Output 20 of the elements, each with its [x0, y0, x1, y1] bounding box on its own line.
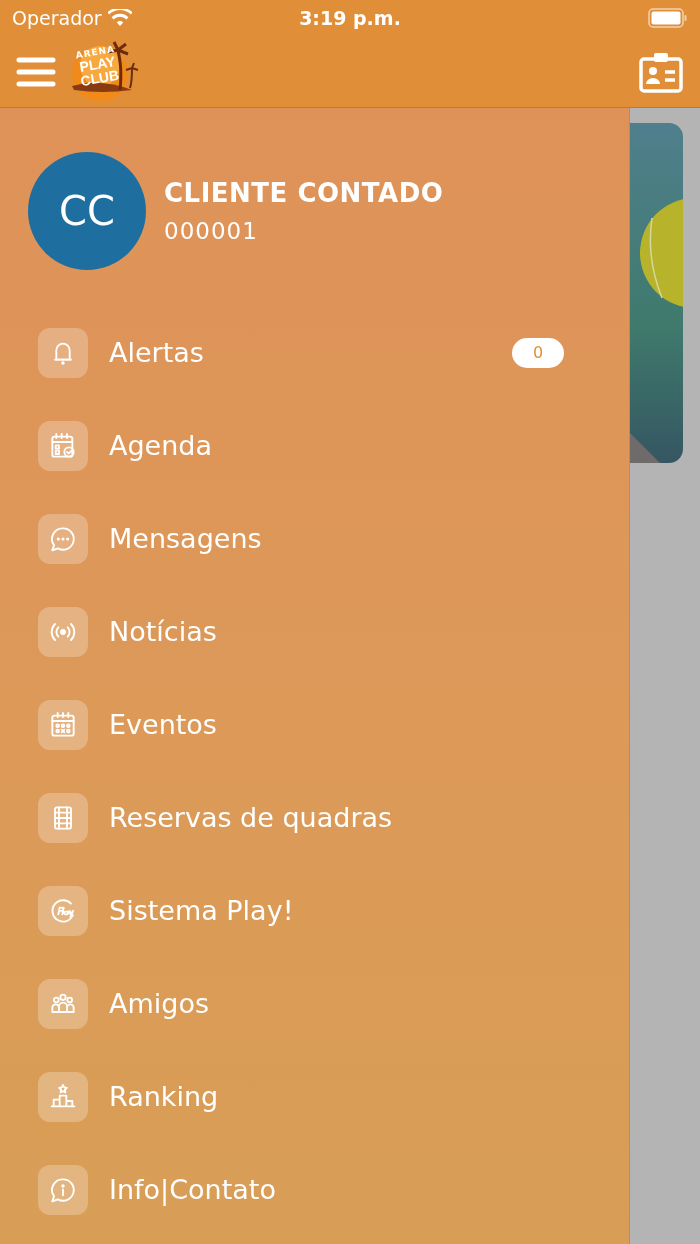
menu-item[interactable]: Sistema Play!: [109, 895, 564, 926]
menu-icon[interactable]: [16, 56, 56, 87]
menu-item[interactable]: Amigos: [109, 988, 564, 1019]
menu-item[interactable]: Reservas de quadras: [109, 802, 564, 833]
menu-item[interactable]: Ranking: [109, 1081, 564, 1112]
clock: 3:19 p.m.: [299, 7, 401, 29]
count-badge: 0: [512, 337, 564, 368]
avatar: CC: [28, 152, 146, 270]
menu-item[interactable]: Agenda: [109, 430, 564, 461]
menu-item[interactable]: Notícias: [109, 616, 564, 647]
id-card-icon[interactable]: [638, 50, 684, 93]
menu-item[interactable]: Mensagens: [109, 523, 564, 554]
user-name: CLIENTE CONTADO: [164, 178, 444, 208]
menu-item[interactable]: Alertas: [109, 337, 512, 368]
battery-icon: [648, 8, 688, 28]
wifi-icon: [107, 9, 132, 27]
carrier-label: Operador: [12, 7, 102, 29]
menu-item[interactable]: Eventos: [109, 709, 564, 740]
user-code: 000001: [164, 218, 259, 244]
menu-item[interactable]: Info|Contato: [109, 1174, 564, 1205]
